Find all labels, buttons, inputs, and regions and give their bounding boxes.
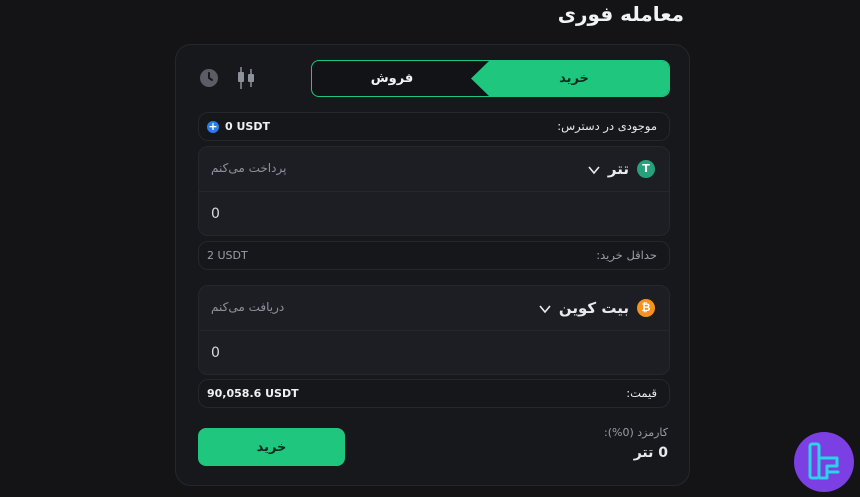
brand-logo-icon [794, 432, 854, 492]
receive-box: ₿ بیت کوین دریافت می‌کنم [198, 285, 670, 375]
usdt-coin-icon: T [637, 160, 655, 178]
fee-label: کارمزد (0%): [603, 426, 668, 439]
tab-buy[interactable]: خرید [479, 61, 669, 96]
receive-amount-input[interactable] [199, 331, 669, 374]
balance-value: 0 USDT [225, 120, 270, 133]
tab-sell[interactable]: فروش [312, 61, 472, 96]
trade-tabs: فروش خرید [311, 60, 670, 97]
receive-hint: دریافت می‌کنم [211, 300, 285, 314]
fee-value: 0 تتر [633, 445, 668, 461]
pay-amount-input[interactable] [199, 192, 669, 235]
receive-coin-header: ₿ بیت کوین دریافت می‌کنم [199, 286, 669, 331]
balance-label: موجودی در دسترس: [557, 119, 657, 133]
pay-coin-header: T تتر پرداخت می‌کنم [199, 147, 669, 192]
bitcoin-coin-icon: ₿ [637, 299, 655, 317]
history-clock-icon[interactable] [199, 68, 219, 88]
pay-coin-selector[interactable]: تتر [588, 147, 629, 191]
price-row: قیمت: 90,058.6 USDT [198, 379, 670, 408]
chart-candlestick-icon[interactable] [235, 66, 257, 90]
balance-row: موجودی در دسترس: + 0 USDT [198, 112, 670, 141]
chevron-down-icon [539, 304, 551, 313]
price-value: 90,058.6 USDT [207, 387, 299, 400]
pay-hint: پرداخت می‌کنم [211, 161, 287, 175]
receive-coin-selector[interactable]: بیت کوین [539, 286, 629, 330]
instant-trade-panel: فروش خرید موجودی در دسترس: + 0 USDT T تت… [175, 44, 690, 486]
min-buy-row: حداقل خرید: 2 USDT [198, 241, 670, 270]
min-buy-value: 2 USDT [207, 249, 248, 262]
page-title: معامله فوری [557, 2, 684, 26]
min-buy-label: حداقل خرید: [596, 248, 657, 262]
price-label: قیمت: [626, 386, 657, 400]
pay-box: T تتر پرداخت می‌کنم [198, 146, 670, 236]
chevron-down-icon [588, 165, 600, 174]
receive-coin-name: بیت کوین [558, 299, 629, 317]
pay-coin-name: تتر [607, 160, 629, 178]
deposit-plus-icon[interactable]: + [207, 121, 219, 133]
buy-button[interactable]: خرید [198, 428, 345, 466]
